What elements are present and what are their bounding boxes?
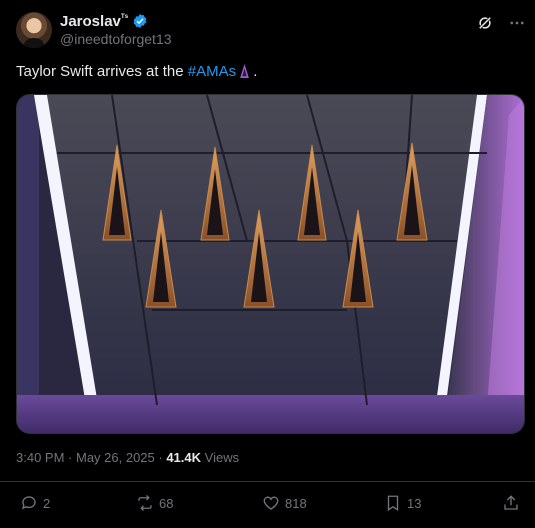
repost-button[interactable]: 68 (136, 494, 173, 512)
author-handle[interactable]: @ineedtoforget13 (60, 31, 172, 47)
heart-icon (263, 496, 279, 510)
amas-emoji-icon (236, 63, 249, 80)
tweet-date[interactable]: May 26, 2025 (76, 450, 155, 465)
views-count[interactable]: 41.4K (166, 450, 201, 465)
repost-count: 68 (159, 495, 174, 511)
like-count: 818 (285, 495, 307, 511)
more-icon[interactable] (508, 14, 526, 32)
meta-separator: · (64, 450, 76, 465)
tweet-time[interactable]: 3:40 PM (16, 450, 64, 465)
bookmark-button[interactable]: 13 (384, 494, 421, 512)
tweet-meta: 3:40 PM · May 26, 2025 · 41.4K Views (16, 450, 239, 465)
author-name-row[interactable]: Jaroslavᵀˢ (60, 12, 148, 30)
repost-icon (138, 495, 152, 511)
bookmark-count: 13 (407, 495, 422, 511)
reply-button[interactable]: 2 (20, 494, 50, 512)
reply-icon (21, 496, 36, 510)
verified-badge-icon (132, 13, 148, 29)
avatar[interactable] (16, 12, 52, 48)
views-label: Views (201, 450, 240, 465)
amas-wall-photo (17, 95, 524, 433)
tweet-text-before: Taylor Swift arrives at the (16, 63, 188, 80)
author-name-suffix: ᵀˢ (120, 12, 129, 22)
reply-count: 2 (43, 495, 51, 511)
share-icon (504, 495, 518, 510)
author-display-name[interactable]: Jaroslavᵀˢ (60, 12, 128, 30)
divider (0, 481, 535, 482)
meta-separator: · (154, 450, 167, 465)
tweet-header: Jaroslavᵀˢ @ineedtoforget13 (16, 10, 526, 50)
share-button[interactable] (502, 494, 520, 512)
grok-icon[interactable] (476, 14, 494, 32)
tweet-text: Taylor Swift arrives at the #AMAs . (16, 63, 257, 80)
like-button[interactable]: 818 (262, 494, 307, 512)
bookmark-icon (387, 495, 399, 512)
action-bar: 2 68 818 13 (18, 494, 526, 518)
header-actions (476, 14, 526, 32)
tweet-text-after: . (249, 63, 258, 80)
tweet-photo[interactable] (16, 94, 525, 434)
hashtag-link[interactable]: #AMAs (188, 63, 236, 80)
